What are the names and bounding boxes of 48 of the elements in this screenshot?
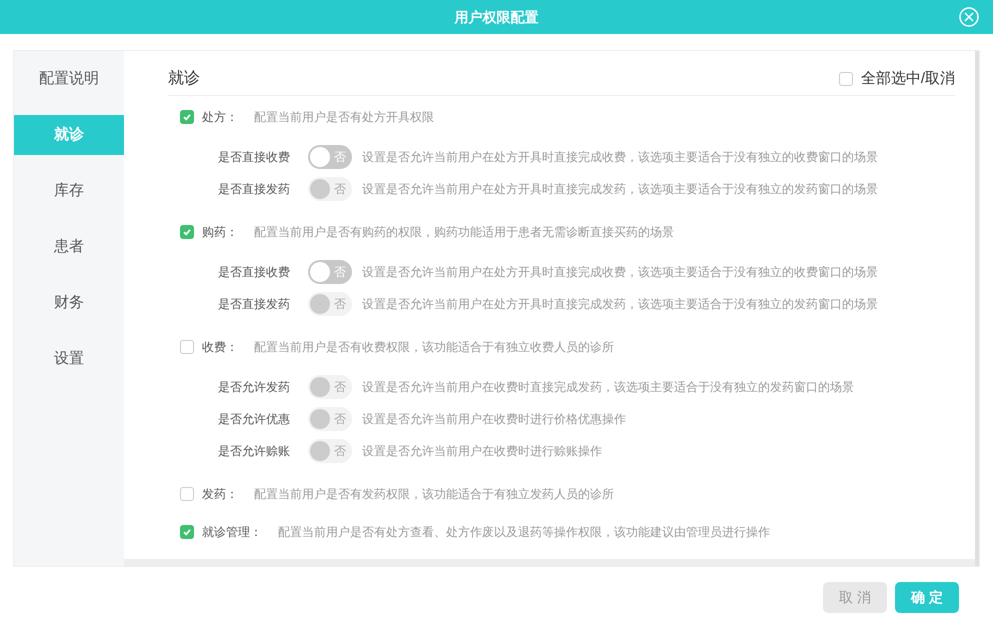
- option-description: 设置是否允许当前用户在收费时进行价格优惠操作: [362, 411, 626, 428]
- toggle-switch: 否: [308, 407, 352, 431]
- checkbox[interactable]: [180, 340, 194, 354]
- sidebar-item[interactable]: 设置: [14, 339, 124, 379]
- permission-label: 收费：: [202, 339, 238, 356]
- permission-label: 就诊管理：: [202, 524, 262, 541]
- checkbox[interactable]: [838, 72, 853, 86]
- permission-description: 配置当前用户是否有处方开具权限: [254, 109, 434, 126]
- checkbox[interactable]: [180, 525, 194, 539]
- permission-description: 配置当前用户是否有购药的权限，购药功能适用于患者无需诊断直接买药的场景: [254, 224, 674, 241]
- check-icon: [182, 527, 192, 537]
- check-icon: [182, 227, 192, 237]
- option-label: 是否允许优惠: [218, 411, 291, 428]
- option-label: 是否直接发药: [218, 296, 291, 313]
- option-description: 设置是否允许当前用户在处方开具时直接完成发药，该选项主要适合于没有独立的发药窗口的场景: [362, 296, 878, 313]
- section-title: 就诊: [168, 68, 200, 89]
- permission-description: 配置当前用户是否有发药权限，该功能适合于有独立发药人员的诊所: [254, 486, 614, 503]
- permission-description: 配置当前用户是否有收费权限，该功能适合于有独立收费人员的诊所: [254, 339, 614, 356]
- option-description: 设置是否允许当前用户在收费时直接完成发药，该选项主要适合于没有独立的发药窗口的场景: [362, 379, 854, 396]
- checkbox-label: 全部选中/取消: [860, 68, 955, 89]
- option-label: 是否允许发药: [218, 379, 291, 396]
- permission-label: 购药：: [202, 224, 238, 241]
- permission-description: 配置当前用户是否有处方查看、处方作废以及退药等操作权限，该功能建议由管理员进行操作: [278, 524, 770, 541]
- toggle-switch: 否: [308, 439, 352, 463]
- sidebar-item[interactable]: 患者: [14, 227, 124, 267]
- option-label: 是否允许赊账: [218, 443, 291, 460]
- toggle-switch: 否: [308, 177, 352, 201]
- close-icon[interactable]: [959, 7, 979, 27]
- window-title: 用户权限配置: [454, 8, 538, 26]
- checkbox[interactable]: [180, 110, 194, 124]
- scrollbar[interactable]: [124, 559, 975, 566]
- permission-label: 处方：: [202, 109, 238, 126]
- check-icon: [182, 112, 192, 122]
- checkbox[interactable]: [180, 225, 194, 239]
- option-label: 是否直接收费: [218, 149, 291, 166]
- sidebar-item[interactable]: 财务: [14, 283, 124, 323]
- toggle-switch: 否: [308, 375, 352, 399]
- sidebar-item[interactable]: 配置说明: [14, 59, 124, 99]
- option-label: 是否直接收费: [218, 264, 291, 281]
- option-description: 设置是否允许当前用户在处方开具时直接完成发药，该选项主要适合于没有独立的发药窗口的场景: [362, 181, 878, 198]
- option-description: 设置是否允许当前用户在处方开具时直接完成收费，该选项主要适合于没有独立的收费窗口的场景: [362, 264, 878, 281]
- checkbox[interactable]: [180, 487, 194, 501]
- permission-label: 发药：: [202, 486, 238, 503]
- option-description: 设置是否允许当前用户在收费时进行赊账操作: [362, 443, 602, 460]
- toggle-switch: 否: [308, 292, 352, 316]
- option-label: 是否直接发药: [218, 181, 291, 198]
- sidebar-item[interactable]: 库存: [14, 171, 124, 211]
- option-description: 设置是否允许当前用户在处方开具时直接完成收费，该选项主要适合于没有独立的收费窗口的场景: [362, 149, 878, 166]
